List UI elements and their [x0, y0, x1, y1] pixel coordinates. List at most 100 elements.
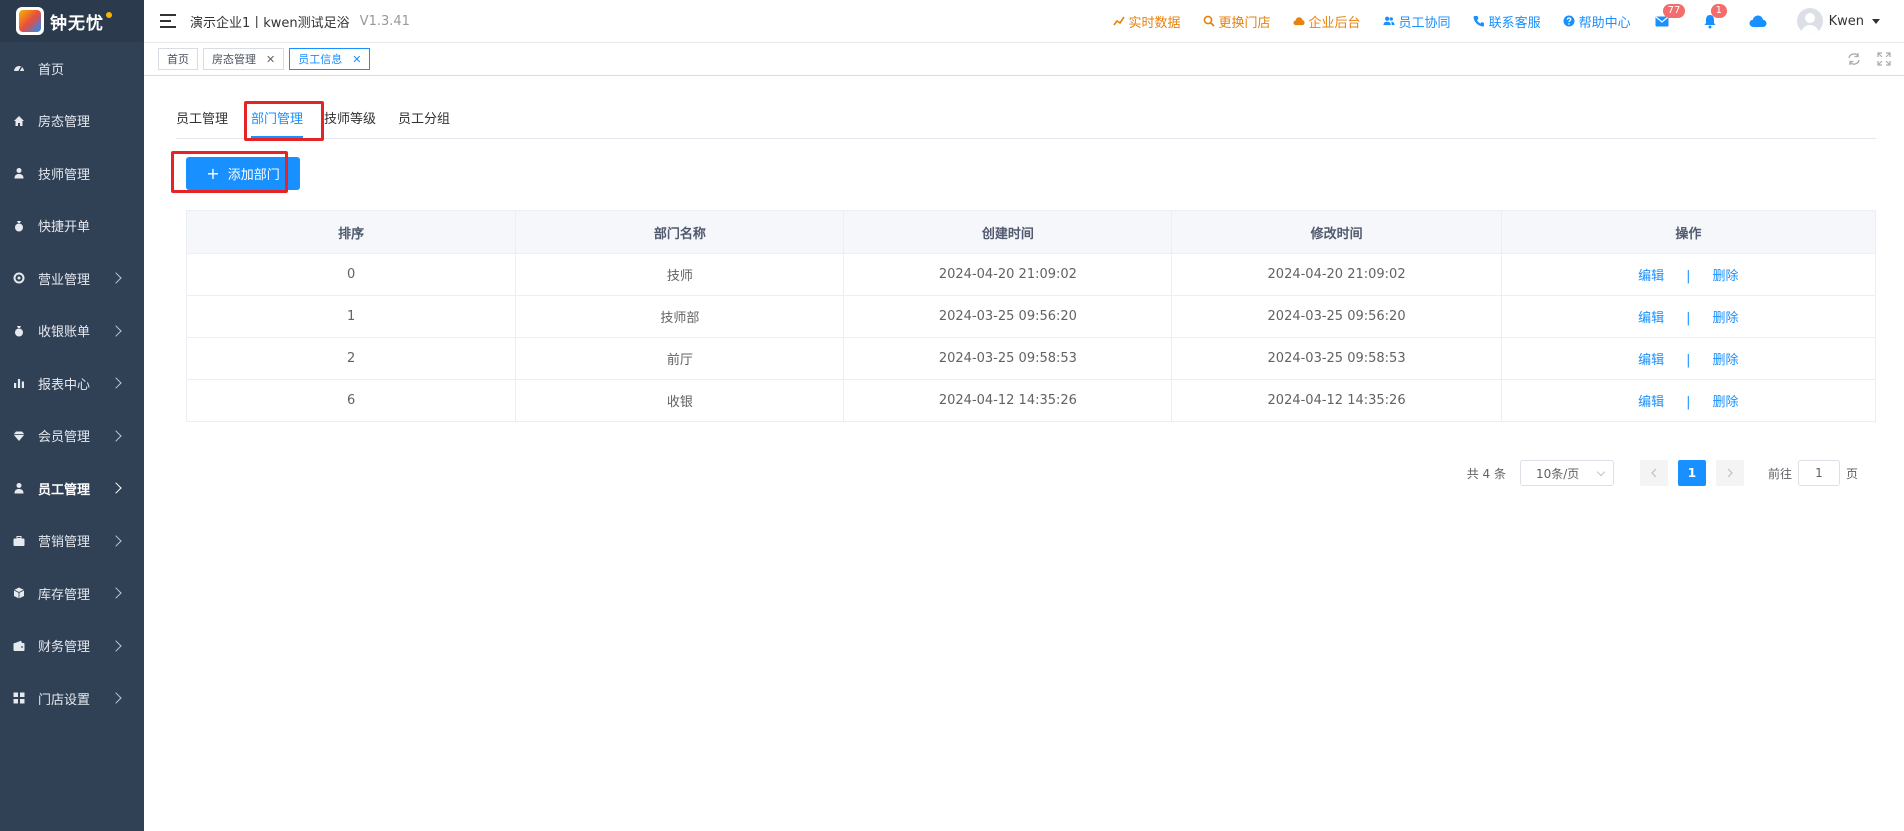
trend-icon: [1112, 15, 1125, 27]
sidebar-item-12[interactable]: 门店设置: [0, 672, 144, 725]
sidebar-item-11[interactable]: 财务管理: [0, 620, 144, 673]
sidebar-item-8[interactable]: 员工管理: [0, 462, 144, 515]
top-link-4[interactable]: 联系客服: [1473, 12, 1541, 31]
top-links: 实时数据 更换门店 企业后台 员工协同 联系客服 帮助中心 77 1 Kwen: [1112, 0, 1904, 42]
cell-actions: 编辑 | 删除: [1500, 379, 1877, 422]
tab-1[interactable]: 部门管理: [251, 108, 304, 139]
cell-name: 收银: [515, 379, 845, 422]
delete-button[interactable]: 删除: [1713, 311, 1739, 326]
top-link-1[interactable]: 更换门店: [1203, 12, 1271, 31]
user-menu[interactable]: Kwen: [1796, 8, 1880, 34]
delete-button[interactable]: 删除: [1713, 353, 1739, 368]
chevron-right-icon: [110, 482, 122, 494]
chevron-right-icon: [110, 587, 122, 599]
action-separator: |: [1686, 311, 1691, 326]
money-bag-icon: [12, 219, 26, 233]
refresh-icon[interactable]: [1846, 51, 1862, 67]
sidebar: 钟无忧 首页 房态管理 技师管理 快捷开单 营业管理 收银账单 报表中心 会员管理 员工管理 营销…: [0, 0, 144, 831]
hamburger-menu-icon[interactable]: [160, 14, 176, 28]
logo-dot: [106, 12, 112, 18]
chevron-right-icon: [110, 377, 122, 389]
sidebar-item-4[interactable]: 营业管理: [0, 252, 144, 305]
wallet-icon: [12, 639, 26, 653]
chevron-left-icon: [1651, 468, 1657, 478]
sidebar-item-1[interactable]: 房态管理: [0, 95, 144, 148]
tab-3[interactable]: 员工分组: [398, 108, 450, 139]
sidebar-item-0[interactable]: 首页: [0, 42, 144, 95]
page-unit-label: 页: [1845, 466, 1858, 481]
top-link-3[interactable]: 员工协同: [1383, 12, 1451, 31]
top-link-label: 企业后台: [1308, 15, 1361, 31]
users-icon: [1383, 15, 1395, 27]
tab-0[interactable]: 员工管理: [176, 108, 228, 139]
sidebar-item-7[interactable]: 会员管理: [0, 410, 144, 463]
fullscreen-icon[interactable]: [1876, 51, 1892, 67]
search-icon: [1203, 15, 1215, 27]
person-icon: [12, 166, 26, 180]
next-page-button[interactable]: [1715, 460, 1744, 486]
edit-button[interactable]: 编辑: [1638, 311, 1664, 326]
cell-order: 6: [185, 379, 517, 422]
top-link-label: 更换门店: [1218, 15, 1271, 31]
tags-tools: [1832, 51, 1892, 67]
cloud-button[interactable]: [1749, 12, 1767, 30]
cell-name: 技师部: [515, 295, 845, 338]
goto-label: 前往: [1767, 466, 1792, 481]
sidebar-item-9[interactable]: 营销管理: [0, 515, 144, 568]
sidebar-item-10[interactable]: 库存管理: [0, 567, 144, 620]
table-row: 1 技师部 2024-03-25 09:56:20 2024-03-25 09:56:…: [185, 295, 1877, 338]
box-icon: [12, 586, 26, 600]
prev-page-button[interactable]: [1639, 460, 1668, 486]
tags-view: 首页 房态管理 ✕ 员工信息 ✕: [144, 42, 1904, 76]
goto-page-input[interactable]: [1797, 460, 1840, 486]
column-header: 创建时间: [843, 210, 1173, 254]
column-header: 修改时间: [1171, 210, 1502, 254]
notification-button[interactable]: 1: [1701, 4, 1727, 30]
top-link-2[interactable]: 企业后台: [1292, 12, 1361, 31]
chevron-right-icon: [110, 692, 122, 704]
tag-2[interactable]: 员工信息 ✕: [289, 48, 371, 70]
cell-order: 1: [185, 295, 517, 338]
edit-button[interactable]: 编辑: [1638, 395, 1664, 410]
chevron-right-icon: [110, 325, 122, 337]
sidebar-item-6[interactable]: 报表中心: [0, 357, 144, 410]
user-name: Kwen: [1828, 13, 1864, 29]
edit-button[interactable]: 编辑: [1638, 353, 1664, 368]
top-header: 演示企业1丨kwen测试足浴 V1.3.41 实时数据 更换门店 企业后台 员工协同 联…: [144, 0, 1904, 42]
page-size-select[interactable]: 10条/页: [1519, 460, 1614, 486]
cell-created: 2024-03-25 09:58:53: [843, 337, 1173, 380]
cloud-icon: [1292, 15, 1305, 27]
home-icon: [12, 114, 26, 128]
logo-icon: [16, 7, 44, 35]
sidebar-item-5[interactable]: 收银账单: [0, 305, 144, 358]
tag-0[interactable]: 首页: [158, 48, 198, 70]
delete-button[interactable]: 删除: [1713, 269, 1739, 284]
action-separator: |: [1686, 395, 1691, 410]
diamond-icon: [12, 429, 26, 443]
pagination-total: 共 4 条: [1466, 466, 1506, 481]
close-icon[interactable]: ✕: [352, 53, 361, 66]
page-number-current[interactable]: 1: [1677, 460, 1706, 486]
tag-1[interactable]: 房态管理 ✕: [203, 48, 285, 70]
store-title: 演示企业1丨kwen测试足浴: [190, 15, 350, 31]
tab-2[interactable]: 技师等级: [324, 108, 376, 139]
delete-button[interactable]: 删除: [1713, 395, 1739, 410]
sidebar-item-2[interactable]: 技师管理: [0, 147, 144, 200]
dashboard-icon: [12, 61, 26, 75]
lifebuoy-icon: [12, 271, 26, 285]
chevron-right-icon: [110, 430, 122, 442]
sidebar-item-3[interactable]: 快捷开单: [0, 200, 144, 253]
edit-button[interactable]: 编辑: [1638, 269, 1664, 284]
top-link-5[interactable]: 帮助中心: [1563, 12, 1631, 31]
mail-button[interactable]: 77: [1653, 4, 1686, 30]
sidebar-item-label: 营销管理: [38, 535, 91, 551]
add-department-button[interactable]: + 添加部门: [186, 157, 300, 190]
sidebar-menu: 首页 房态管理 技师管理 快捷开单 营业管理 收银账单 报表中心会员管理员工管理营销管理库存…: [0, 42, 144, 725]
top-link-0[interactable]: 实时数据: [1112, 12, 1181, 31]
help-icon: [1563, 15, 1575, 27]
money-bag-icon: [12, 324, 26, 338]
sidebar-item-label: 会员管理: [38, 430, 91, 446]
cell-order: 0: [185, 253, 517, 296]
column-header: 部门名称: [515, 210, 845, 254]
close-icon[interactable]: ✕: [266, 53, 275, 66]
